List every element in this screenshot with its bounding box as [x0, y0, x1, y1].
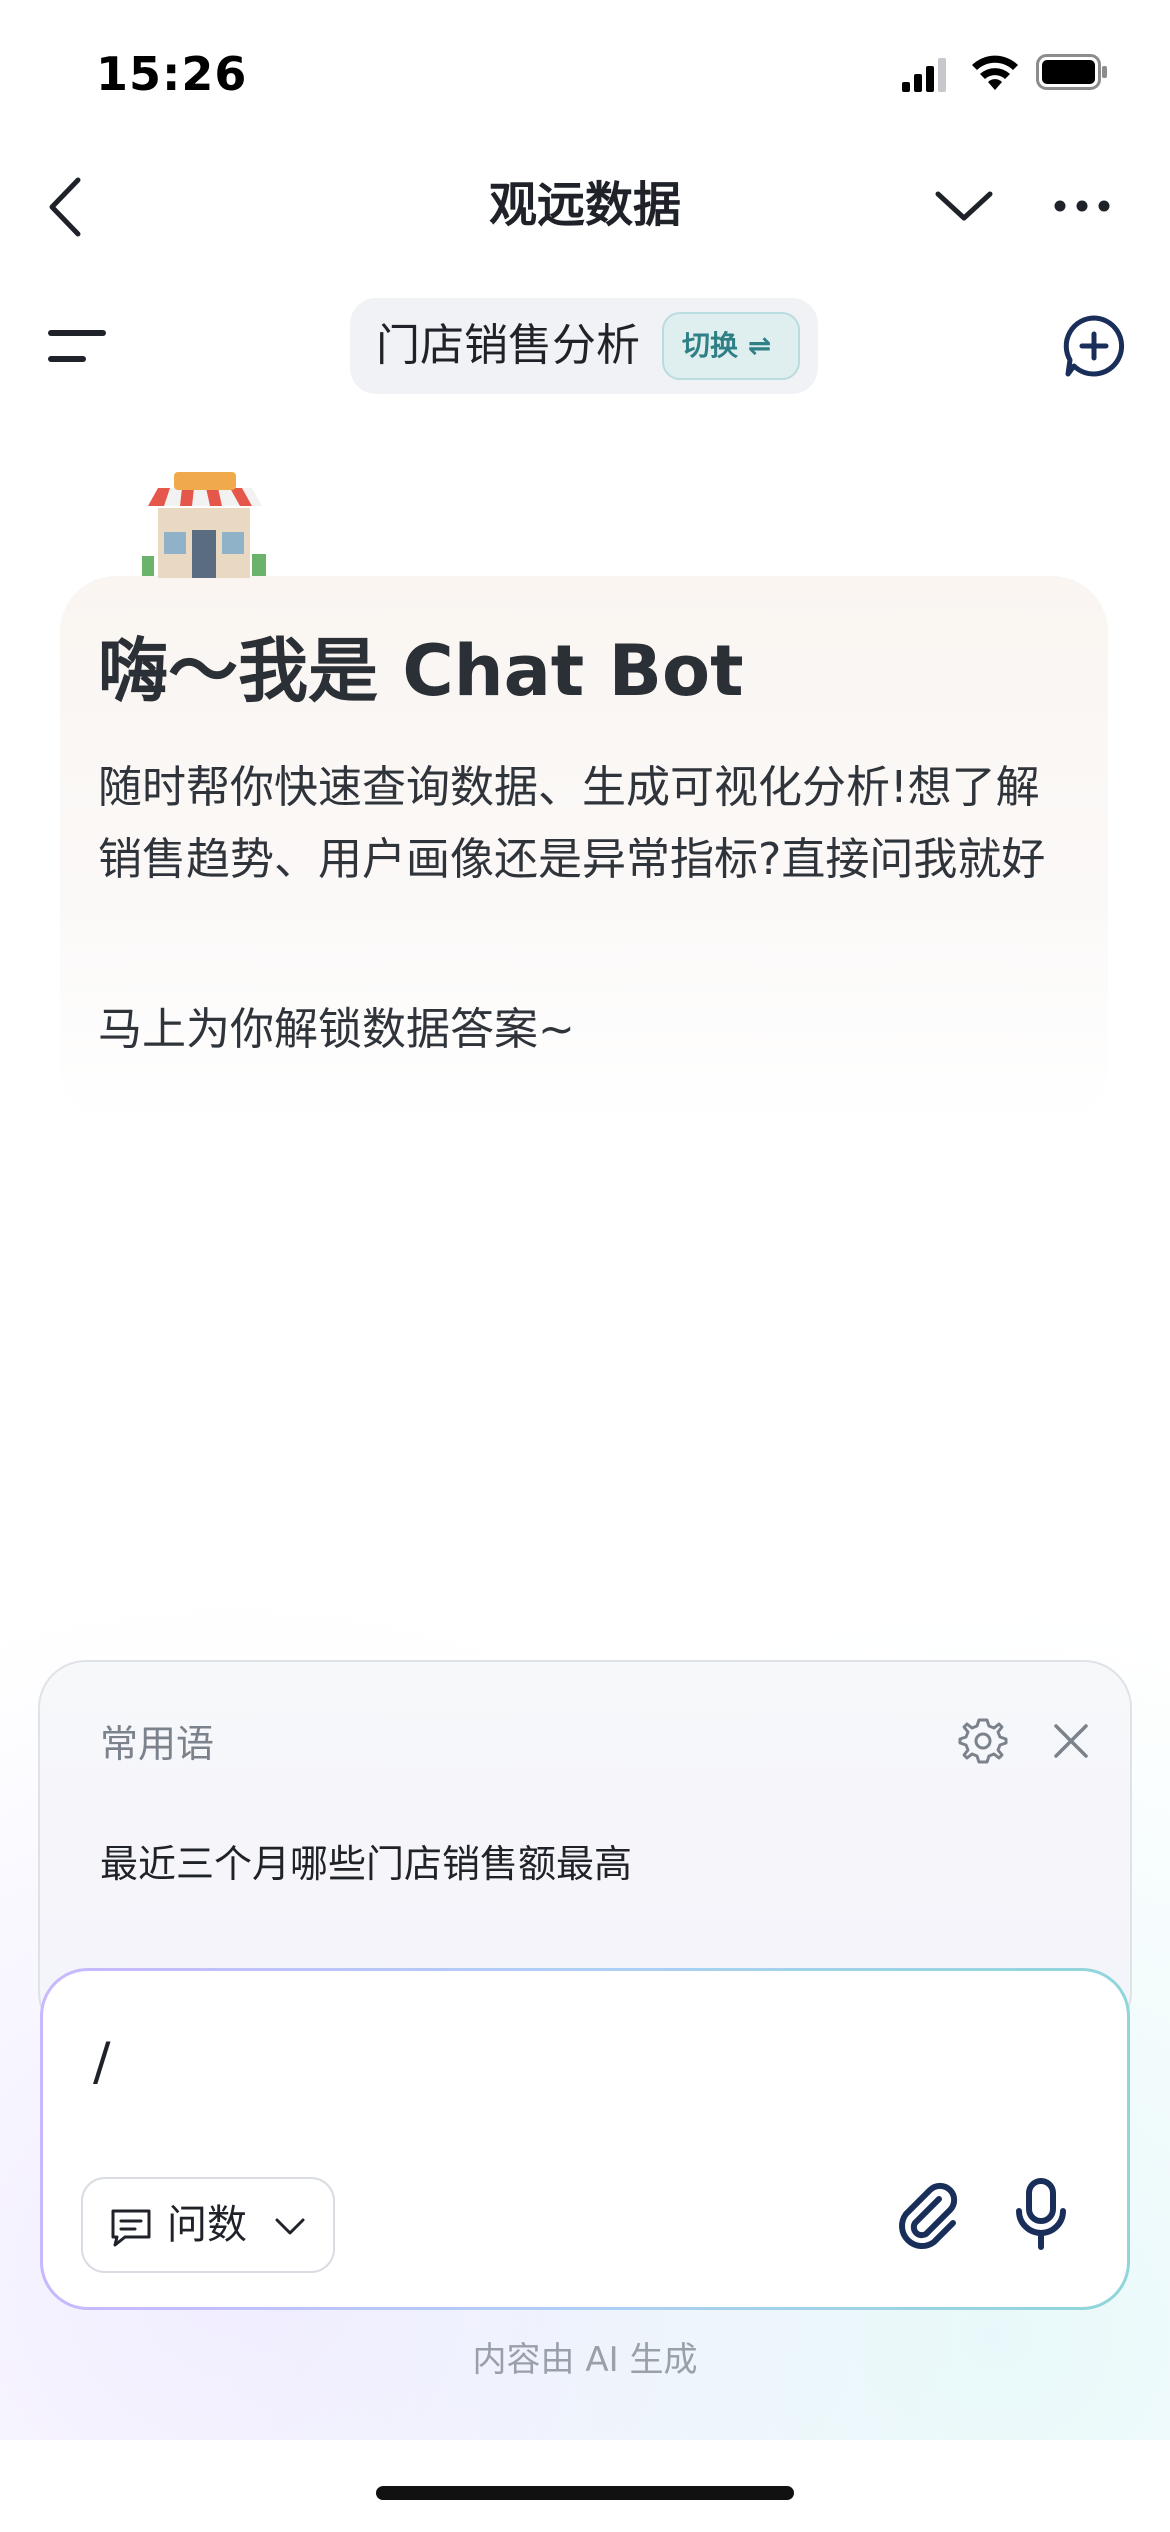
new-chat-icon[interactable]: [1062, 314, 1126, 380]
welcome-card: 嗨～我是 Chat Bot 随时帮你快速查询数据、生成可视化分析!想了解销售趋势…: [60, 576, 1108, 1124]
menu-icon[interactable]: [46, 326, 110, 366]
common-phrase-item[interactable]: 最近三个月哪些门店销售额最高: [100, 1834, 632, 1894]
wifi-icon: [972, 55, 1018, 90]
status-time: 15:26: [96, 47, 248, 101]
more-horizontal-icon[interactable]: [1052, 192, 1112, 220]
mode-select-button[interactable]: 问数: [81, 2177, 335, 2273]
common-phrases-title: 常用语: [100, 1722, 215, 1766]
signal-icon: [902, 58, 946, 92]
mode-label: 问数: [167, 2202, 247, 2248]
chevron-down-icon: [275, 2218, 305, 2235]
shop-illustration-icon: [142, 472, 266, 578]
assistant-name: 门店销售分析: [376, 320, 640, 371]
close-icon[interactable]: [1050, 1720, 1092, 1762]
welcome-cta: 马上为你解锁数据答案~: [98, 1004, 575, 1055]
chevron-down-icon[interactable]: [932, 180, 996, 232]
microphone-icon[interactable]: [1013, 2177, 1069, 2253]
ai-disclaimer: 内容由 AI 生成: [472, 2340, 698, 2380]
switch-badge[interactable]: 切换 ⇌: [662, 312, 800, 380]
paperclip-icon[interactable]: [895, 2181, 965, 2251]
chat-input-box[interactable]: / 问数: [40, 1968, 1130, 2310]
chat-bubble-icon: [111, 2209, 151, 2247]
welcome-title: 嗨～我是 Chat Bot: [98, 630, 744, 712]
assistant-switch-pill[interactable]: 门店销售分析 切换 ⇌: [350, 298, 818, 394]
gear-icon[interactable]: [958, 1716, 1008, 1766]
switch-badge-label: 切换 ⇌: [682, 329, 772, 362]
battery-icon: [1036, 54, 1107, 90]
chat-input-text[interactable]: /: [93, 2027, 111, 2097]
welcome-description: 随时帮你快速查询数据、生成可视化分析!想了解销售趋势、用户画像还是异常指标?直接…: [98, 762, 1046, 885]
home-indicator[interactable]: [376, 2486, 794, 2500]
